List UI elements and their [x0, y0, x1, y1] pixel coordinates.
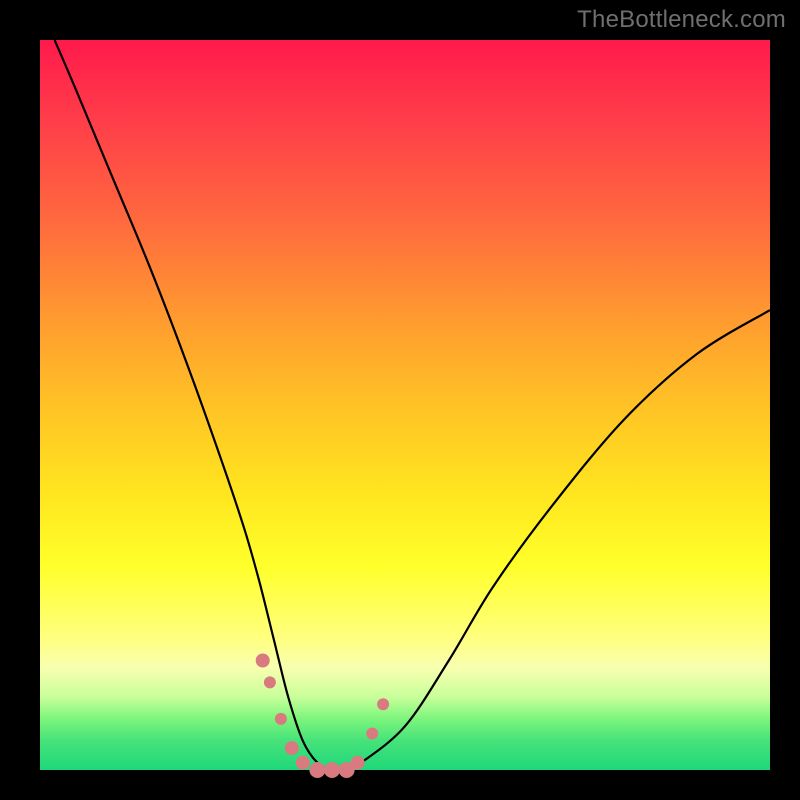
- marker-dot: [285, 741, 299, 755]
- marker-dot: [324, 762, 340, 778]
- marker-group: [256, 654, 389, 779]
- marker-dot: [377, 698, 389, 710]
- marker-dot: [264, 676, 276, 688]
- watermark-text: TheBottleneck.com: [577, 6, 786, 34]
- marker-dot: [309, 762, 325, 778]
- chart-frame: TheBottleneck.com: [0, 0, 800, 800]
- bottleneck-curve: [55, 40, 770, 771]
- marker-dot: [256, 654, 270, 668]
- curve-svg: [40, 40, 770, 770]
- marker-dot: [296, 756, 310, 770]
- marker-dot: [351, 756, 365, 770]
- marker-dot: [275, 713, 287, 725]
- marker-dot: [366, 728, 378, 740]
